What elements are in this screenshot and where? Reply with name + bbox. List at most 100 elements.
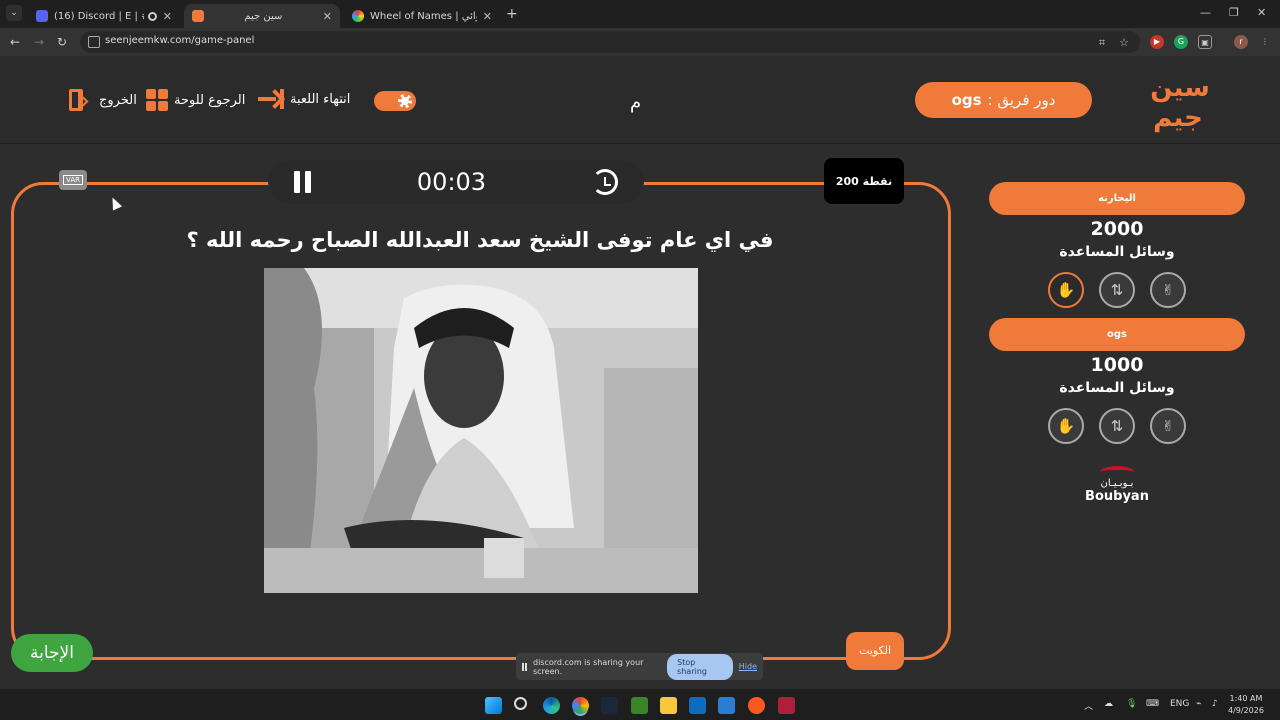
- timer-display: 00:03: [416, 168, 487, 196]
- word-icon[interactable]: [718, 697, 735, 714]
- mic-icon[interactable]: 🎙: [1126, 699, 1137, 709]
- tab-seen-jeem[interactable]: سين جيم ✕: [184, 4, 340, 28]
- tab-title: (16) Discord | E | #ONE: [54, 10, 144, 22]
- var-button[interactable]: VAR: [59, 170, 87, 190]
- extensions-puzzle-icon[interactable]: ▣: [1198, 35, 1212, 49]
- sharing-message: discord.com is sharing your screen.: [533, 657, 644, 676]
- team-2-hand-aid-icon[interactable]: ✋: [1048, 408, 1084, 444]
- edge-icon[interactable]: [543, 697, 560, 714]
- end-arrow-icon: [258, 89, 284, 109]
- wheel-favicon-icon: [352, 10, 364, 22]
- team-1-aids-label: وسائل المساعدة: [1059, 244, 1175, 260]
- settings-toggle[interactable]: [374, 91, 416, 111]
- back-to-board-label: الرجوع للوحة: [174, 92, 246, 108]
- xbox-game-icon[interactable]: [631, 697, 648, 714]
- sponsor-logo: بـوبـيـان Boubyan: [1080, 466, 1154, 510]
- timer-bar: 00:03: [268, 160, 644, 204]
- tab-title: Wheel of Names | تيم العشوائي: [370, 10, 477, 22]
- onedrive-icon[interactable]: ☁: [1104, 699, 1113, 709]
- reset-timer-icon[interactable]: [591, 169, 618, 195]
- country-button[interactable]: الكويت: [846, 632, 904, 670]
- team-1-call-aid-icon[interactable]: ⇅: [1099, 272, 1135, 308]
- team-1-name: اليحارنه: [989, 182, 1245, 215]
- reload-icon[interactable]: ↻: [57, 35, 67, 49]
- pause-icon[interactable]: [294, 171, 311, 193]
- grammarly-icon[interactable]: G: [1174, 35, 1188, 49]
- turn-indicator: دور فريق : ogs: [915, 82, 1092, 118]
- sponsor-arc-icon: [1100, 466, 1134, 478]
- network-icon[interactable]: ⌁: [1196, 699, 1201, 709]
- tray-chevron-icon[interactable]: ︿: [1084, 699, 1093, 712]
- steam-icon[interactable]: [601, 697, 618, 714]
- profile-avatar[interactable]: r: [1234, 35, 1248, 49]
- exit-button[interactable]: الخروج: [69, 89, 137, 111]
- question-photo: [264, 268, 698, 593]
- tab-search-icon[interactable]: ⌄: [6, 5, 22, 21]
- browser-toolbar: ← → ↻ seenjeemkw.com/game-panel ⌗ ☆ ▶ G …: [0, 28, 1280, 56]
- tab-wheel-of-names[interactable]: Wheel of Names | تيم العشوائي ✕: [344, 4, 500, 28]
- team-1-score: 2000: [1090, 218, 1144, 240]
- start-icon[interactable]: [485, 697, 502, 714]
- browser-tab-bar: ⌄ (16) Discord | E | #ONE ✕ سين جيم ✕ Wh…: [0, 0, 1280, 28]
- keyboard-icon[interactable]: ⌨: [1146, 699, 1159, 709]
- answer-button[interactable]: الإجابة: [11, 634, 93, 672]
- tab-discord[interactable]: (16) Discord | E | #ONE ✕: [28, 4, 180, 28]
- url-text: seenjeemkw.com/game-panel: [105, 35, 255, 46]
- store-icon[interactable]: [689, 697, 706, 714]
- var-label: VAR: [63, 175, 83, 185]
- sharing-pause-icon: [522, 662, 527, 671]
- gear-icon: [398, 94, 412, 108]
- close-tab-icon[interactable]: ✕: [483, 10, 492, 23]
- end-game-label: انتهاء اللعبة: [290, 91, 351, 107]
- end-game-button[interactable]: انتهاء اللعبة: [258, 89, 350, 109]
- adobe-icon[interactable]: [778, 697, 795, 714]
- back-icon[interactable]: ←: [10, 35, 20, 49]
- search-icon[interactable]: [514, 697, 527, 710]
- sponsor-english: Boubyan: [1085, 489, 1149, 504]
- chrome-icon[interactable]: [572, 697, 589, 714]
- hide-sharing-link[interactable]: Hide: [739, 662, 757, 671]
- team-1-hand-aid-icon[interactable]: ✋: [1048, 272, 1084, 308]
- new-tab-icon[interactable]: +: [506, 6, 518, 22]
- close-tab-icon[interactable]: ✕: [323, 10, 332, 23]
- translate-icon[interactable]: ⌗: [1096, 37, 1108, 49]
- points-label: 200 نقطة: [835, 174, 893, 188]
- address-bar[interactable]: seenjeemkw.com/game-panel ⌗ ☆: [80, 31, 1140, 53]
- bookmark-star-icon[interactable]: ☆: [1118, 37, 1130, 49]
- game-header: الخروج الرجوع للوحة انتهاء اللعبة م دور …: [0, 56, 1280, 144]
- discord-favicon-icon: [36, 10, 48, 22]
- seen-jeem-logo: سين جيم: [1150, 73, 1210, 133]
- logo-text-seen: سين: [1150, 73, 1210, 103]
- tab-title: سين جيم: [244, 10, 283, 22]
- language-indicator[interactable]: ENG: [1170, 699, 1189, 709]
- restore-icon[interactable]: ❐: [1229, 6, 1239, 19]
- app-icon[interactable]: [748, 697, 765, 714]
- stop-sharing-button[interactable]: Stop sharing: [667, 653, 733, 680]
- center-letter: م: [630, 92, 642, 113]
- turn-label: دور فريق :: [987, 91, 1056, 109]
- logo-text-jeem: جيم: [1153, 103, 1203, 133]
- menu-kebab-icon[interactable]: ⋮: [1258, 35, 1272, 49]
- extension-icon[interactable]: ▶: [1150, 35, 1164, 49]
- clock-date: 4/9/2026: [1228, 706, 1264, 715]
- clock-time: 1:40 AM: [1229, 694, 1263, 703]
- team-1-double-aid-icon[interactable]: ✌: [1150, 272, 1186, 308]
- team-2-aids-label: وسائل المساعدة: [1059, 380, 1175, 396]
- team-2-double-aid-icon[interactable]: ✌: [1150, 408, 1186, 444]
- file-explorer-icon[interactable]: [660, 697, 677, 714]
- sponsor-arabic: بـوبـيـان: [1100, 478, 1134, 489]
- back-to-board-button[interactable]: الرجوع للوحة: [146, 89, 245, 111]
- question-text: في اي عام توفى الشيخ سعد العبدالله الصبا…: [186, 228, 774, 252]
- clock[interactable]: 1:40 AM 4/9/2026: [1228, 693, 1264, 717]
- screen-sharing-bar: discord.com is sharing your screen. Stop…: [516, 653, 763, 680]
- exit-door-icon: [69, 89, 83, 111]
- minimize-icon[interactable]: —: [1200, 6, 1211, 19]
- site-info-icon[interactable]: [88, 36, 100, 48]
- team-2-call-aid-icon[interactable]: ⇅: [1099, 408, 1135, 444]
- volume-icon[interactable]: ♪: [1212, 699, 1218, 709]
- exit-label: الخروج: [99, 92, 137, 108]
- close-tab-icon[interactable]: ✕: [163, 10, 172, 23]
- close-window-icon[interactable]: ✕: [1257, 6, 1266, 19]
- forward-icon[interactable]: →: [34, 35, 44, 49]
- points-badge: 200 نقطة: [824, 158, 904, 204]
